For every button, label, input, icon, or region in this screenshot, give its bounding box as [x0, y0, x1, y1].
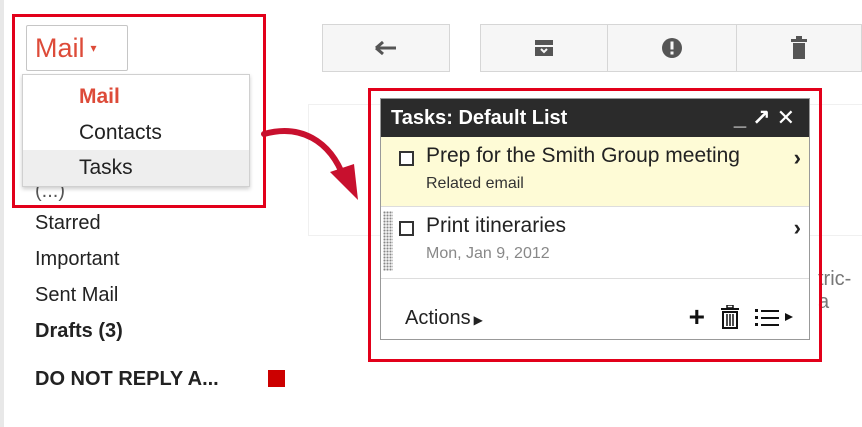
annotation-arrow: [261, 128, 358, 200]
reply-button[interactable]: [322, 24, 450, 72]
report-spam-button[interactable]: [607, 24, 737, 72]
highlight-box-menu: [12, 14, 266, 208]
report-spam-icon: [662, 38, 682, 58]
nav-starred[interactable]: Starred: [35, 212, 101, 235]
nav-label-do-not-reply[interactable]: DO NOT REPLY A...: [35, 368, 219, 391]
trash-icon: [791, 36, 807, 59]
reply-icon: [375, 40, 396, 56]
archive-icon: [535, 40, 553, 56]
nav-important[interactable]: Important: [35, 248, 119, 271]
highlight-box-tasks: [368, 88, 822, 362]
archive-button[interactable]: [480, 24, 608, 72]
label-color-swatch: [268, 370, 285, 387]
left-border: [0, 0, 4, 427]
delete-button[interactable]: [736, 24, 862, 72]
nav-drafts[interactable]: Drafts (3): [35, 320, 123, 343]
email-snippet: tric-a: [818, 268, 852, 313]
nav-sent-mail[interactable]: Sent Mail: [35, 284, 118, 307]
